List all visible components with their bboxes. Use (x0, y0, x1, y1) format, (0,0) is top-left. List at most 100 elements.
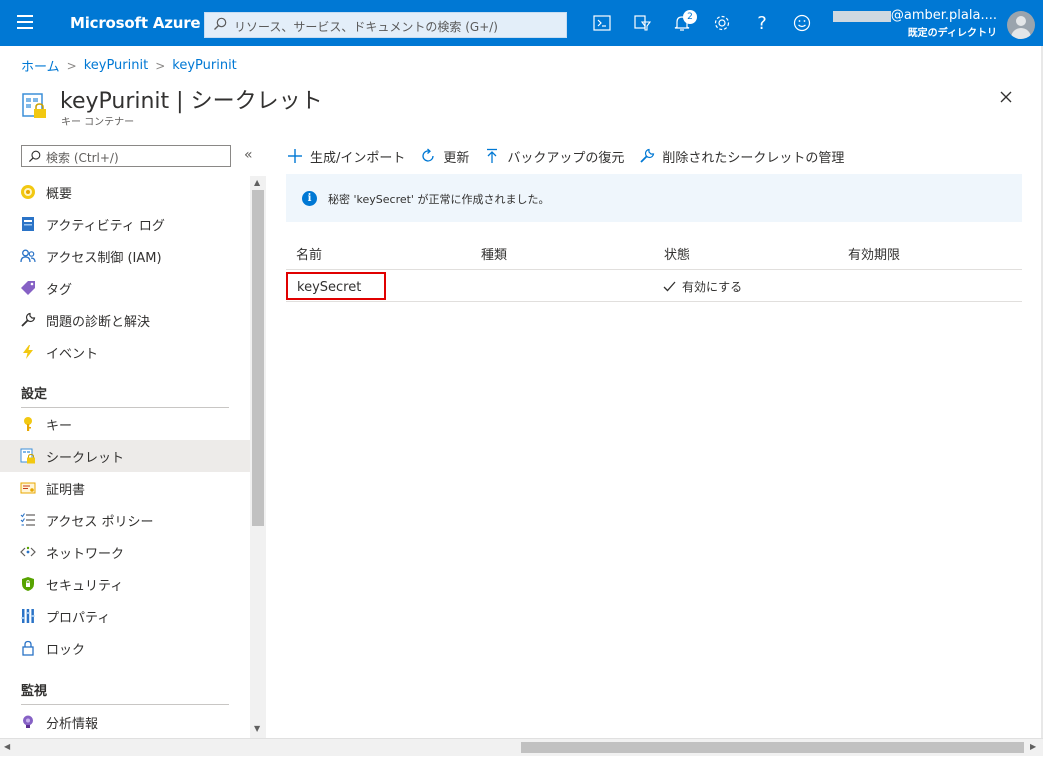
sidebar-item-tags[interactable]: タグ (0, 272, 250, 304)
restore-backup-button[interactable]: バックアップの復元 (483, 147, 624, 166)
sidebar-item-properties[interactable]: プロパティ (0, 600, 250, 632)
insights-icon (20, 714, 36, 730)
directory-filter-icon[interactable] (629, 11, 655, 35)
section-heading-settings: 設定 (21, 387, 48, 402)
sidebar-item-label: ネットワーク (46, 546, 125, 562)
column-header-type[interactable]: 種類 (481, 244, 507, 263)
secret-name-link[interactable]: keySecret (286, 272, 386, 300)
scrollbar-thumb[interactable] (521, 742, 1024, 753)
collapse-menu-button[interactable]: « (244, 147, 253, 163)
search-icon (214, 17, 227, 30)
column-header-expiry[interactable]: 有効期限 (848, 244, 900, 263)
account-info[interactable]: @amber.plala.... 既定のディレクトリ (832, 8, 997, 41)
refresh-icon (419, 147, 437, 165)
scroll-left-arrow-icon[interactable]: ◀ (4, 742, 10, 751)
info-banner-text: 秘密 'keySecret' が正常に作成されました。 (328, 193, 550, 206)
sidebar-item-label: タグ (46, 282, 73, 298)
breadcrumb-keyvault[interactable]: keyPurinit (84, 58, 149, 73)
page-subtitle: キー コンテナー (61, 117, 135, 128)
avatar[interactable] (1007, 11, 1035, 39)
manage-deleted-secrets-button[interactable]: 削除されたシークレットの管理 (638, 147, 844, 166)
feedback-smiley-icon[interactable] (789, 11, 815, 35)
network-icon (20, 544, 36, 560)
secret-name-text: keySecret (297, 280, 362, 295)
table-header: 名前 種類 状態 有効期限 (286, 238, 1022, 270)
global-search-placeholder: リソース、サービス、ドキュメントの検索 (G+/) (234, 20, 498, 34)
top-bar: Microsoft Azure リソース、サービス、ドキュメントの検索 (G+/… (0, 0, 1043, 46)
sidebar-item-iam[interactable]: アクセス制御 (IAM) (0, 240, 250, 272)
column-header-status[interactable]: 状態 (664, 244, 690, 263)
command-bar: 生成/インポート 更新 バックアップの復元 削除されたシークレットの管理 (286, 145, 858, 167)
certificate-icon (20, 480, 36, 496)
help-question-icon[interactable]: ? (749, 11, 775, 35)
sidebar-item-label: アクセス ポリシー (46, 514, 154, 530)
hamburger-menu-icon[interactable] (17, 15, 33, 29)
sidebar-item-insights[interactable]: 分析情報 (0, 706, 250, 738)
scrollbar-thumb[interactable] (252, 190, 264, 526)
cloud-shell-icon[interactable] (589, 11, 615, 35)
key-icon (20, 416, 36, 432)
shield-icon (20, 576, 36, 592)
sidebar-item-locks[interactable]: ロック (0, 632, 250, 664)
status-text: 有効にする (682, 280, 743, 294)
account-directory: 既定のディレクトリ (907, 28, 997, 39)
chevron-right-icon: > (155, 58, 166, 73)
lightning-icon (20, 344, 36, 360)
sidebar-item-label: プロパティ (46, 610, 111, 626)
column-header-name[interactable]: 名前 (296, 244, 322, 263)
refresh-button[interactable]: 更新 (419, 147, 469, 166)
plus-icon (286, 147, 304, 165)
upload-arrow-icon (483, 147, 501, 165)
sidebar-item-label: キー (46, 418, 73, 434)
checkmark-icon (663, 281, 676, 292)
global-search-input[interactable]: リソース、サービス、ドキュメントの検索 (G+/) (204, 12, 567, 38)
sidebar-item-access-policies[interactable]: アクセス ポリシー (0, 504, 250, 536)
wrench-icon (20, 312, 36, 328)
account-email: @amber.plala.... (890, 8, 997, 23)
settings-gear-icon[interactable] (709, 11, 735, 35)
sidebar-item-security[interactable]: セキュリティ (0, 568, 250, 600)
overview-icon (20, 184, 36, 200)
sidebar-item-diagnose[interactable]: 問題の診断と解決 (0, 304, 250, 336)
generate-import-label: 生成/インポート (310, 150, 406, 166)
portal-brand[interactable]: Microsoft Azure (70, 14, 201, 32)
menu-search-placeholder: 検索 (Ctrl+/) (46, 151, 119, 165)
secret-resource-icon (22, 93, 46, 118)
scroll-down-arrow-icon[interactable]: ▼ (254, 724, 260, 733)
sidebar-item-secrets[interactable]: シークレット (0, 440, 250, 472)
sidebar-item-activity-log[interactable]: アクティビティ ログ (0, 208, 250, 240)
sidebar-item-label: アクセス制御 (IAM) (46, 250, 162, 266)
notification-count-badge: 2 (683, 10, 697, 24)
breadcrumb-home[interactable]: ホーム (21, 56, 60, 75)
section-heading-monitoring: 監視 (21, 684, 48, 699)
status-cell: 有効にする (663, 278, 742, 295)
table-row[interactable]: keySecret 有効にする (286, 270, 1022, 302)
sidebar-item-networking[interactable]: ネットワーク (0, 536, 250, 568)
sidebar-item-label: アクティビティ ログ (46, 218, 165, 234)
manage-deleted-secrets-label: 削除されたシークレットの管理 (662, 150, 845, 166)
info-banner: i 秘密 'keySecret' が正常に作成されました。 (286, 174, 1022, 222)
chevron-right-icon: > (66, 58, 77, 73)
sidebar-item-label: ロック (46, 642, 86, 658)
sidebar: 概要 アクティビティ ログ アクセス制御 (IAM) タグ 問題の診断と解決 イ… (0, 176, 250, 738)
sidebar-item-certificates[interactable]: 証明書 (0, 472, 250, 504)
breadcrumb-keyvault-current[interactable]: keyPurinit (172, 58, 237, 73)
close-icon[interactable] (998, 89, 1014, 105)
sidebar-scrollbar[interactable]: ▲ ▼ (250, 176, 266, 738)
refresh-label: 更新 (443, 150, 470, 166)
info-icon: i (302, 191, 317, 206)
page-title: keyPurinit | シークレット (60, 89, 323, 114)
activity-log-icon (20, 216, 36, 232)
sidebar-item-overview[interactable]: 概要 (0, 176, 250, 208)
lock-icon (20, 640, 36, 656)
sidebar-item-label: イベント (46, 346, 99, 362)
horizontal-scrollbar[interactable]: ◀ ▶ (0, 738, 1043, 756)
sidebar-item-keys[interactable]: キー (0, 408, 250, 440)
generate-import-button[interactable]: 生成/インポート (286, 147, 405, 166)
sidebar-item-events[interactable]: イベント (0, 336, 250, 368)
scroll-right-arrow-icon[interactable]: ▶ (1030, 742, 1036, 751)
wrench-icon (638, 147, 656, 165)
scroll-up-arrow-icon[interactable]: ▲ (254, 178, 260, 187)
tag-icon (20, 280, 36, 296)
menu-search-input[interactable]: 検索 (Ctrl+/) (21, 145, 231, 167)
